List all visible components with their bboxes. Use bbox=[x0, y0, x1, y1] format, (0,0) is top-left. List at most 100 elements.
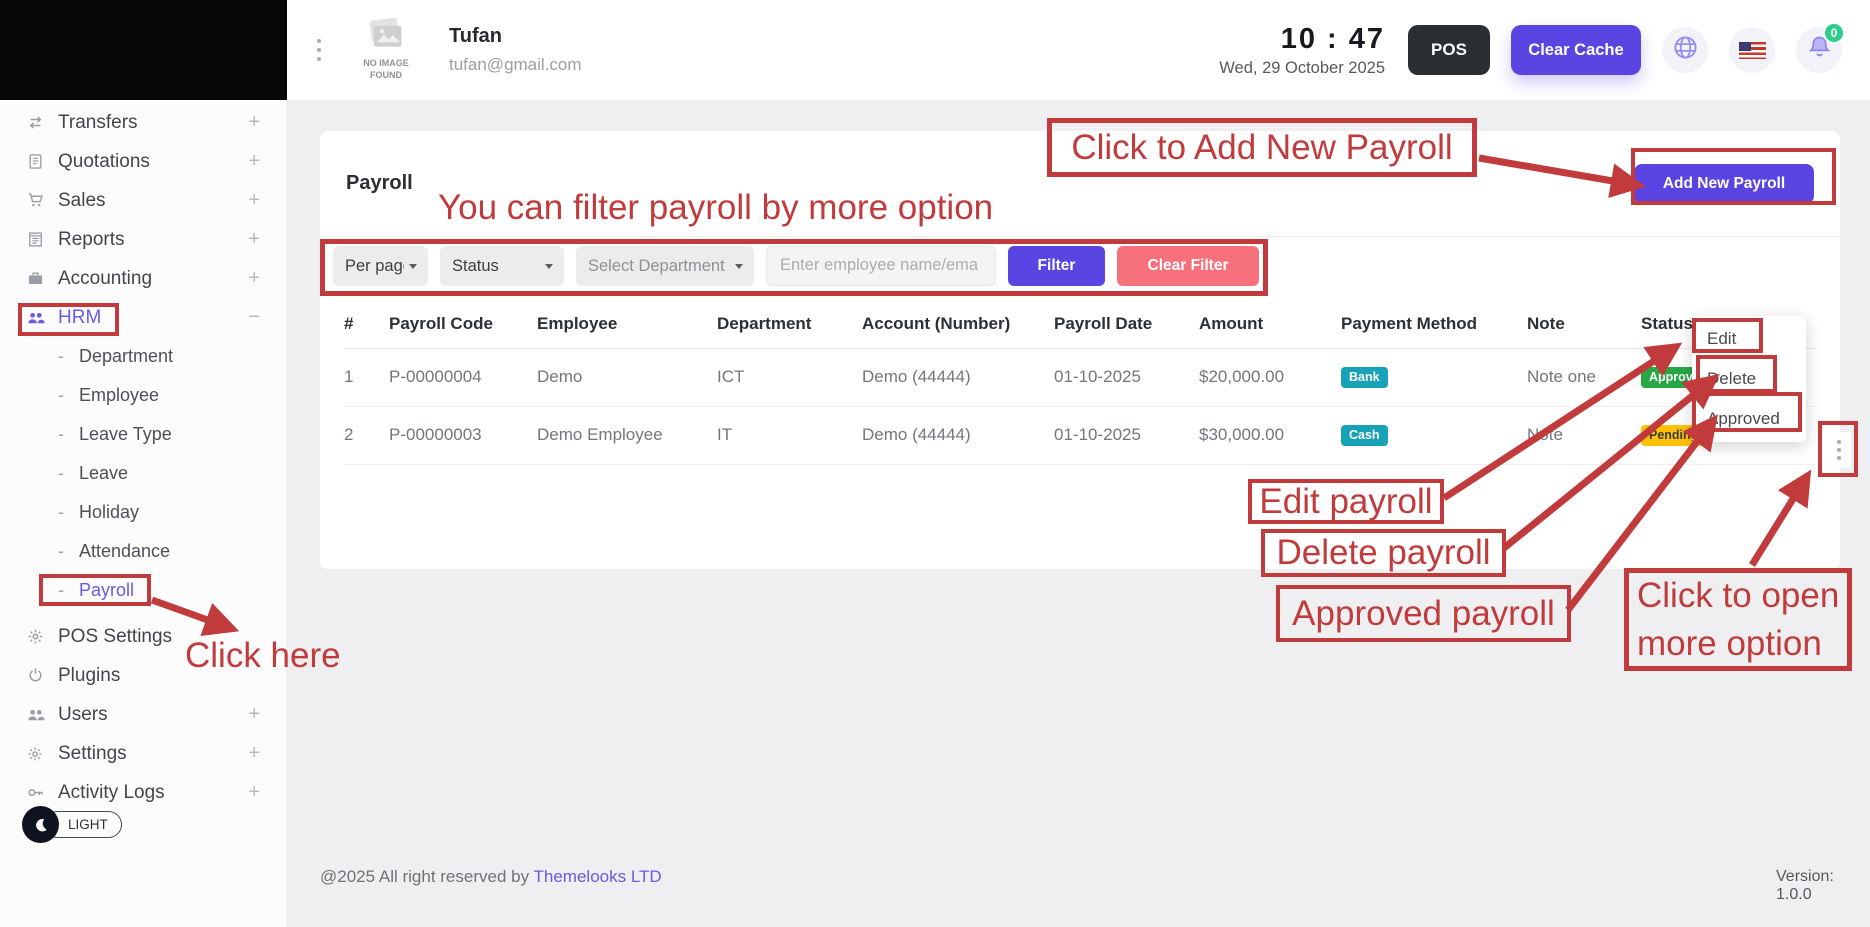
sidebar-item-hrm[interactable]: HRM − bbox=[0, 298, 286, 337]
expand-toggle-icon[interactable]: + bbox=[248, 781, 260, 804]
themelooks-link[interactable]: Themelooks LTD bbox=[534, 867, 662, 886]
sidebar-item-label: Sales bbox=[58, 189, 106, 211]
moon-icon bbox=[22, 806, 59, 843]
logo-block bbox=[0, 0, 287, 100]
dash-icon: - bbox=[58, 346, 64, 366]
sidebar-item-reports[interactable]: Reports + bbox=[0, 220, 286, 259]
sidebar-collapse-icon[interactable] bbox=[317, 39, 321, 61]
sidebar-item-accounting[interactable]: Accounting + bbox=[0, 259, 286, 298]
menu-item-delete[interactable]: Delete bbox=[1692, 359, 1806, 399]
sidebar-subitem-label: Employee bbox=[79, 385, 160, 405]
page-title: Payroll bbox=[346, 172, 413, 194]
sidebar-item-transfers[interactable]: Transfers + bbox=[0, 103, 286, 142]
sidebar-subitem-employee[interactable]: - Employee bbox=[0, 376, 286, 415]
expand-toggle-icon[interactable]: − bbox=[248, 306, 260, 329]
sidebar-subitem-holiday[interactable]: - Holiday bbox=[0, 493, 286, 532]
notifications-button[interactable]: 0 bbox=[1796, 22, 1845, 73]
cell-note: Note one bbox=[1527, 348, 1641, 407]
cell: Demo bbox=[537, 348, 717, 407]
pos-button[interactable]: POS bbox=[1408, 25, 1490, 75]
sidebar-item-plugins[interactable]: Plugins bbox=[0, 656, 286, 695]
payment-method-badge: Bank bbox=[1341, 367, 1388, 388]
sidebar-item-sales[interactable]: Sales + bbox=[0, 181, 286, 220]
cell: P-00000003 bbox=[389, 406, 537, 465]
cell: Demo (44444) bbox=[862, 406, 1054, 465]
expand-toggle-icon[interactable]: + bbox=[248, 228, 260, 251]
sidebar: Transfers + Quotations + Sales + Reports + Accou… bbox=[0, 100, 287, 927]
sidebar-item-quotations[interactable]: Quotations + bbox=[0, 142, 286, 181]
sidebar-subitem-attendance[interactable]: - Attendance bbox=[0, 532, 286, 571]
notification-count-badge: 0 bbox=[1823, 22, 1845, 44]
payroll-card: Payroll Add New Payroll Per page Status … bbox=[320, 131, 1840, 569]
sidebar-subitem-payroll[interactable]: - Payroll bbox=[0, 571, 286, 610]
menu-item-edit[interactable]: Edit bbox=[1692, 319, 1806, 359]
payment-method-badge: Cash bbox=[1341, 425, 1388, 446]
clock-date: Wed, 29 October 2025 bbox=[1219, 58, 1385, 77]
clear-cache-button[interactable]: Clear Cache bbox=[1511, 25, 1641, 75]
row-action-menu: Edit Delete Approved bbox=[1692, 316, 1806, 442]
expand-toggle-icon[interactable]: + bbox=[248, 189, 260, 212]
sidebar-item-label: HRM bbox=[58, 306, 102, 328]
cell: 01-10-2025 bbox=[1054, 348, 1199, 407]
status-select[interactable]: Status bbox=[440, 245, 564, 286]
sidebar-subitem-leave-type[interactable]: - Leave Type bbox=[0, 415, 286, 454]
globe-icon bbox=[1672, 34, 1699, 66]
column-header: Employee bbox=[537, 300, 717, 349]
card-header: Payroll Add New Payroll bbox=[320, 131, 1840, 237]
column-header: Account (Number) bbox=[862, 300, 1054, 349]
sidebar-subitem-leave[interactable]: - Leave bbox=[0, 454, 286, 493]
sidebar-item-label: Reports bbox=[58, 228, 125, 250]
sidebar-item-label: Users bbox=[58, 703, 108, 725]
no-image-text-line2: FOUND bbox=[369, 70, 402, 80]
expand-toggle-icon[interactable]: + bbox=[248, 267, 260, 290]
cell: $30,000.00 bbox=[1199, 406, 1341, 465]
reports-icon bbox=[27, 231, 58, 248]
transfers-icon bbox=[27, 114, 58, 131]
dash-icon: - bbox=[58, 385, 64, 405]
department-select[interactable]: Select Department bbox=[576, 245, 754, 286]
theme-toggle[interactable]: LIGHT bbox=[22, 806, 122, 843]
table-row: 2 P-00000003 Demo Employee IT Demo (44444) 01… bbox=[344, 406, 1816, 465]
sidebar-item-label: Quotations bbox=[58, 150, 150, 172]
cell-payment-method: Cash bbox=[1341, 406, 1527, 465]
main-content: Payroll Add New Payroll Per page Status … bbox=[287, 100, 1870, 927]
payroll-table: # Payroll Code Employee Department Account (… bbox=[344, 300, 1816, 465]
locale-flag-button[interactable] bbox=[1729, 27, 1775, 73]
clock: 10 : 47 Wed, 29 October 2025 bbox=[1219, 23, 1385, 78]
expand-toggle-icon[interactable]: + bbox=[248, 150, 260, 173]
add-new-payroll-button[interactable]: Add New Payroll bbox=[1634, 163, 1814, 204]
expand-toggle-icon[interactable]: + bbox=[248, 742, 260, 765]
expand-toggle-icon[interactable]: + bbox=[248, 111, 260, 134]
clock-time: 10 : 47 bbox=[1280, 22, 1385, 55]
language-globe-button[interactable] bbox=[1662, 27, 1708, 73]
column-header: Payment Method bbox=[1341, 300, 1527, 349]
clear-filter-button[interactable]: Clear Filter bbox=[1117, 245, 1259, 286]
employee-search-input[interactable] bbox=[766, 245, 996, 286]
cell: 1 bbox=[344, 348, 389, 407]
expand-toggle-icon[interactable]: + bbox=[248, 703, 260, 726]
row-more-options-button[interactable] bbox=[1827, 432, 1851, 468]
cell: IT bbox=[717, 406, 862, 465]
status-select-wrap: Status bbox=[440, 245, 564, 286]
filter-button[interactable]: Filter bbox=[1008, 245, 1105, 286]
column-header: Payroll Code bbox=[389, 300, 537, 349]
per-page-select[interactable]: Per page bbox=[333, 245, 428, 286]
sidebar-subitem-label: Holiday bbox=[79, 502, 140, 522]
sidebar-item-users[interactable]: Users + bbox=[0, 695, 286, 734]
column-header: Amount bbox=[1199, 300, 1341, 349]
pos-settings-icon bbox=[27, 628, 58, 645]
sidebar-subitem-label: Department bbox=[79, 346, 174, 366]
cell-payment-method: Bank bbox=[1341, 348, 1527, 407]
sidebar-item-settings[interactable]: Settings + bbox=[0, 734, 286, 773]
sidebar-subitem-label: Leave Type bbox=[79, 424, 172, 444]
sidebar-subitem-department[interactable]: - Department bbox=[0, 337, 286, 376]
column-header: Note bbox=[1527, 300, 1641, 349]
version-label: Version: 1.0.0 bbox=[1776, 868, 1834, 903]
avatar: NO IMAGE FOUND bbox=[355, 18, 417, 81]
dash-icon: - bbox=[58, 502, 64, 522]
menu-item-approved[interactable]: Approved bbox=[1692, 399, 1806, 439]
dash-icon: - bbox=[58, 580, 64, 600]
dash-icon: - bbox=[58, 463, 64, 483]
sidebar-item-pos-settings[interactable]: POS Settings bbox=[0, 617, 286, 656]
cell-note: Note bbox=[1527, 406, 1641, 465]
